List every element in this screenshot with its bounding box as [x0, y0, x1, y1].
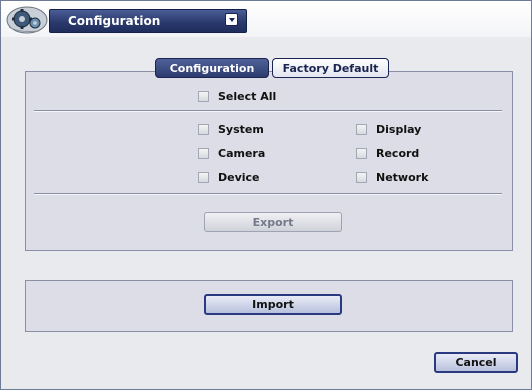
select-all-label: Select All [218, 90, 277, 103]
option-network[interactable]: Network [356, 171, 428, 184]
import-panel: Import [25, 280, 513, 332]
camera-checkbox[interactable] [198, 148, 209, 159]
select-all-checkbox[interactable] [198, 91, 209, 102]
gear-logo-icon [6, 6, 48, 34]
chevron-down-icon[interactable] [225, 13, 238, 26]
cancel-button[interactable]: Cancel [434, 352, 518, 373]
device-label: Device [218, 171, 260, 184]
title-bar: Configuration [1, 1, 531, 37]
window-title: Configuration [68, 14, 161, 28]
network-checkbox[interactable] [356, 172, 367, 183]
display-checkbox[interactable] [356, 124, 367, 135]
option-display[interactable]: Display [356, 123, 421, 136]
display-label: Display [376, 123, 422, 136]
option-record[interactable]: Record [356, 147, 419, 160]
system-checkbox[interactable] [198, 124, 209, 135]
export-button[interactable]: Export [204, 212, 342, 232]
option-system[interactable]: System [198, 123, 264, 136]
option-camera[interactable]: Camera [198, 147, 265, 160]
tab-factory-default[interactable]: Factory Default [272, 58, 389, 78]
record-label: Record [376, 147, 420, 160]
system-label: System [218, 123, 264, 136]
title-tab[interactable]: Configuration [49, 9, 247, 33]
camera-label: Camera [218, 147, 266, 160]
network-label: Network [376, 171, 429, 184]
import-button[interactable]: Import [204, 294, 342, 315]
divider [34, 110, 502, 112]
device-checkbox[interactable] [198, 172, 209, 183]
tab-configuration[interactable]: Configuration [155, 58, 269, 78]
divider [34, 193, 502, 195]
configuration-panel: Select All System Display Camera Record … [25, 71, 513, 251]
record-checkbox[interactable] [356, 148, 367, 159]
option-device[interactable]: Device [198, 171, 260, 184]
select-all-checkbox-row[interactable]: Select All [198, 90, 276, 103]
configuration-window: Configuration Select All System Display … [0, 0, 532, 390]
